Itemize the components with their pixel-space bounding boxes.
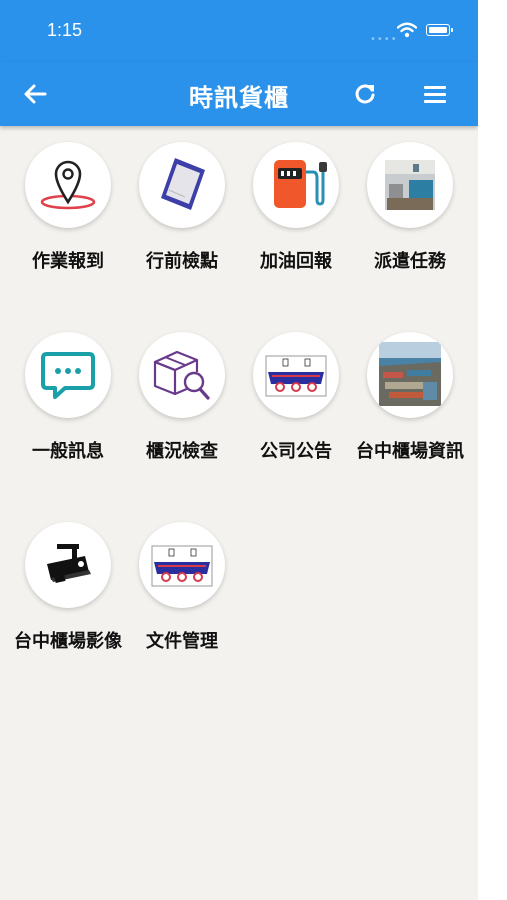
location-pin-icon bbox=[40, 160, 96, 210]
cctv-camera-icon bbox=[47, 544, 91, 583]
box-inspect-icon bbox=[153, 350, 210, 400]
tile-check-in[interactable]: 作業報到 bbox=[9, 142, 127, 272]
tile-icon-circle bbox=[139, 332, 225, 418]
port-photo-icon bbox=[379, 342, 441, 406]
app-screen: 1:15 •••• 時訊貨櫃 作業報到 行前檢點 加油回報 派遣任務 一般訊息 … bbox=[0, 0, 478, 900]
wifi-icon bbox=[397, 22, 417, 38]
tile-icon-circle bbox=[25, 522, 111, 608]
tile-taichung-yard-video[interactable]: 台中櫃場影像 bbox=[9, 522, 127, 652]
page-title: 時訊貨櫃 bbox=[189, 84, 289, 112]
battery-icon bbox=[426, 24, 453, 36]
tile-label: 台中櫃場資訊 bbox=[356, 441, 464, 462]
tile-icon-circle bbox=[139, 142, 225, 228]
tile-fuel-report[interactable]: 加油回報 bbox=[237, 142, 355, 272]
menu-icon[interactable] bbox=[420, 80, 450, 108]
tile-company-notice[interactable]: 公司公告 bbox=[237, 332, 355, 462]
tile-dispatch-task[interactable]: 派遣任務 bbox=[351, 142, 469, 272]
clipboard-icon bbox=[161, 158, 205, 210]
tile-document-management[interactable]: 文件管理 bbox=[123, 522, 241, 652]
company-truck-logo-icon bbox=[151, 545, 213, 587]
tile-icon-circle bbox=[367, 332, 453, 418]
status-bar: 1:15 •••• bbox=[0, 0, 478, 62]
tile-label: 派遣任務 bbox=[374, 251, 446, 272]
tile-taichung-yard-info[interactable]: 台中櫃場資訊 bbox=[351, 332, 469, 462]
tile-general-message[interactable]: 一般訊息 bbox=[9, 332, 127, 462]
refresh-icon[interactable] bbox=[350, 79, 380, 109]
chat-bubble-icon bbox=[41, 352, 95, 399]
tile-icon-circle bbox=[25, 142, 111, 228]
cellular-signal-icon: •••• bbox=[370, 34, 398, 45]
tile-icon-circle bbox=[139, 522, 225, 608]
tile-icon-circle bbox=[253, 142, 339, 228]
app-bar: 時訊貨櫃 bbox=[0, 62, 478, 126]
tile-icon-circle bbox=[25, 332, 111, 418]
tile-pretrip-check[interactable]: 行前檢點 bbox=[123, 142, 241, 272]
dispatch-photo-icon bbox=[385, 160, 435, 210]
tile-icon-circle bbox=[253, 332, 339, 418]
tile-container-inspection[interactable]: 櫃況檢查 bbox=[123, 332, 241, 462]
fuel-pump-icon bbox=[274, 160, 327, 208]
company-truck-logo-icon bbox=[265, 355, 327, 397]
tile-label: 文件管理 bbox=[146, 631, 218, 652]
tile-icon-circle bbox=[367, 142, 453, 228]
status-time: 1:15 bbox=[47, 20, 83, 40]
